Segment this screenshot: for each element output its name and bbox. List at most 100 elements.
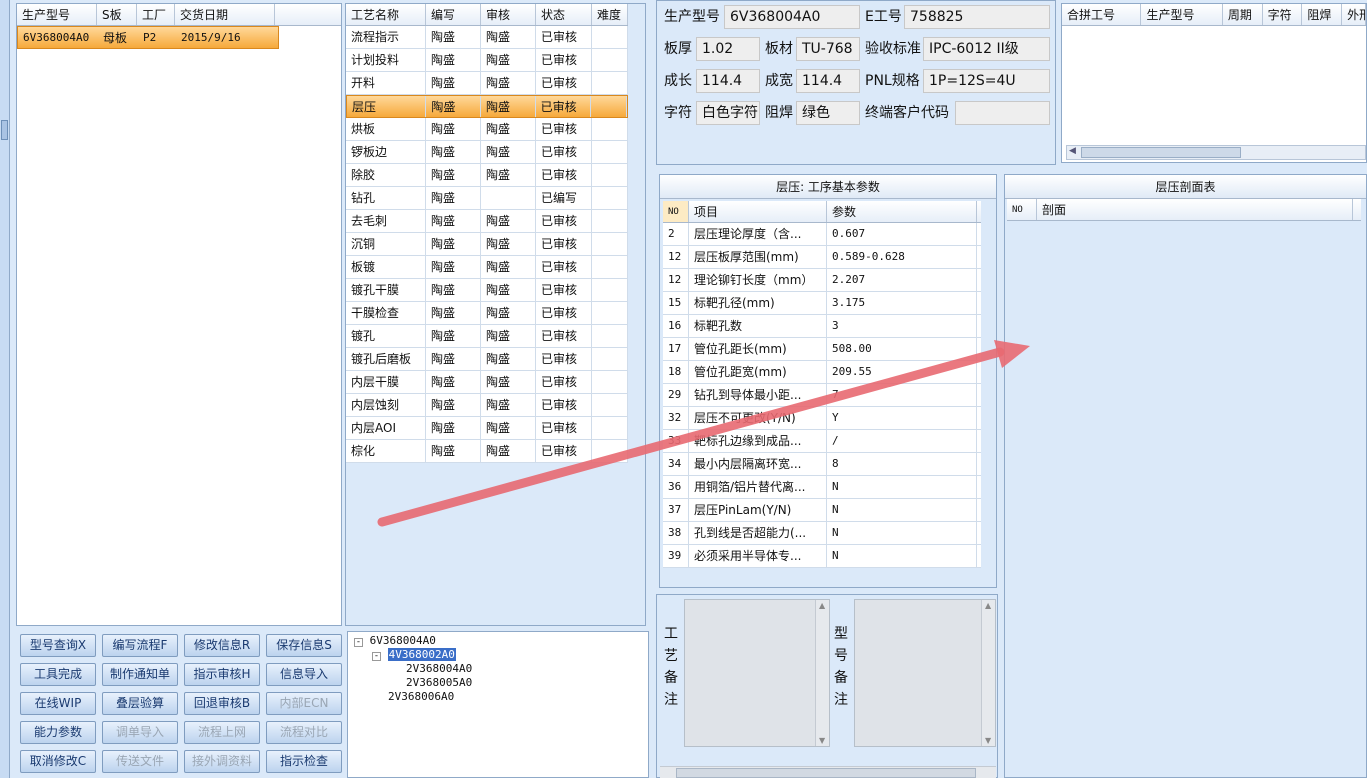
table-row[interactable]: 17 管位孔距长(mm) 508.00 — [663, 338, 981, 361]
table-row[interactable]: 内层干膜 陶盛 陶盛 已审核 — [346, 371, 628, 394]
col-header[interactable]: 参数 — [827, 201, 977, 222]
action-button[interactable]: 能力参数 — [20, 721, 96, 744]
length-field[interactable]: 114.4 — [696, 69, 760, 93]
table-row[interactable]: 镀孔 陶盛 陶盛 已审核 — [346, 325, 628, 348]
action-button[interactable]: 内部ECN — [266, 692, 342, 715]
collapse-handle[interactable] — [1, 120, 8, 140]
table-row[interactable]: 37 层压PinLam(Y/N) N — [663, 499, 981, 522]
col-header[interactable]: 阻焊 — [1302, 4, 1343, 25]
action-button[interactable]: 型号查询X — [20, 634, 96, 657]
col-header[interactable]: S板 — [97, 4, 137, 25]
scroll-thumb[interactable] — [1081, 147, 1241, 158]
action-button[interactable]: 指示审核H — [184, 663, 260, 686]
scroll-down-icon[interactable]: ▼ — [819, 736, 825, 745]
action-button[interactable]: 制作通知单 — [102, 663, 178, 686]
action-button[interactable]: 传送文件 — [102, 750, 178, 773]
thick-field[interactable]: 1.02 — [696, 37, 760, 61]
scrollbar[interactable]: ▲ ▼ — [981, 600, 995, 746]
col-header[interactable]: NO — [663, 201, 689, 222]
horizontal-scrollbar[interactable]: ◀ — [1066, 145, 1366, 160]
tree-node-child[interactable]: - 4V368002A0 — [372, 648, 456, 661]
table-row[interactable]: 39 必须采用半导体专... N — [663, 545, 981, 568]
scroll-up-icon[interactable]: ▲ — [985, 601, 991, 610]
table-row[interactable]: 钻孔 陶盛 已编写 — [346, 187, 628, 210]
tree-node-root[interactable]: - 6V368004A0 — [354, 634, 436, 647]
table-row[interactable]: 镀孔干膜 陶盛 陶盛 已审核 — [346, 279, 628, 302]
col-header[interactable]: 交货日期 — [175, 4, 275, 25]
action-button[interactable]: 接外调资料 — [184, 750, 260, 773]
model-field[interactable]: 6V368004A0 — [724, 5, 860, 29]
table-row[interactable]: 镀孔后磨板 陶盛 陶盛 已审核 — [346, 348, 628, 371]
col-header[interactable]: 审核 — [481, 4, 536, 25]
table-row[interactable]: 12 理论铆钉长度（mm） 2.207 — [663, 269, 981, 292]
col-header[interactable]: NO — [1007, 199, 1037, 220]
scrollbar[interactable]: ▲ ▼ — [815, 600, 829, 746]
table-row[interactable]: 18 管位孔距宽(mm) 209.55 — [663, 361, 981, 384]
table-row[interactable]: 板镀 陶盛 陶盛 已审核 — [346, 256, 628, 279]
mask-field[interactable]: 绿色 — [796, 101, 860, 125]
scroll-down-icon[interactable]: ▼ — [985, 736, 991, 745]
col-header[interactable]: 生产型号 — [1141, 4, 1223, 25]
action-button[interactable]: 取消修改C — [20, 750, 96, 773]
action-button[interactable]: 编写流程F — [102, 634, 178, 657]
col-header[interactable]: 编写 — [426, 4, 481, 25]
char-field[interactable]: 白色字符 — [696, 101, 760, 125]
table-row[interactable]: 32 层压不可更改(Y/N) Y — [663, 407, 981, 430]
table-row[interactable]: 34 最小内层隔离环宽... 8 — [663, 453, 981, 476]
action-button[interactable]: 流程对比 — [266, 721, 342, 744]
col-header[interactable]: 工艺名称 — [346, 4, 426, 25]
standard-field[interactable]: IPC-6012 II级 — [923, 37, 1050, 61]
action-button[interactable]: 指示检查 — [266, 750, 342, 773]
col-header[interactable]: 生产型号 — [17, 4, 97, 25]
scroll-up-icon[interactable]: ▲ — [819, 601, 825, 610]
table-row[interactable]: 12 层压板厚范围(mm) 0.589-0.628 — [663, 246, 981, 269]
action-button[interactable]: 在线WIP — [20, 692, 96, 715]
col-header[interactable]: 项目 — [689, 201, 827, 222]
tree-node-leaf[interactable]: 2V368005A0 — [406, 676, 472, 689]
table-row[interactable]: 内层蚀刻 陶盛 陶盛 已审核 — [346, 394, 628, 417]
col-header[interactable]: 字符 — [1263, 4, 1303, 25]
action-button[interactable]: 修改信息R — [184, 634, 260, 657]
table-row[interactable]: 干膜检查 陶盛 陶盛 已审核 — [346, 302, 628, 325]
scroll-left-icon[interactable]: ◀ — [1069, 146, 1076, 156]
bottom-scrollbar[interactable] — [660, 766, 996, 778]
action-button[interactable]: 工具完成 — [20, 663, 96, 686]
client-field[interactable] — [955, 101, 1050, 125]
action-button[interactable]: 回退审核B — [184, 692, 260, 715]
table-row[interactable]: 层压 陶盛 陶盛 已审核 — [346, 95, 628, 118]
table-row[interactable]: 内层AOI 陶盛 陶盛 已审核 — [346, 417, 628, 440]
table-row[interactable]: 去毛刺 陶盛 陶盛 已审核 — [346, 210, 628, 233]
table-row[interactable]: 棕化 陶盛 陶盛 已审核 — [346, 440, 628, 463]
tree-node-leaf[interactable]: 2V368004A0 — [406, 662, 472, 675]
table-row[interactable]: 33 靶标孔边缘到成品... / — [663, 430, 981, 453]
action-button[interactable]: 叠层验算 — [102, 692, 178, 715]
model-notes-textarea[interactable]: ▲ ▼ — [854, 599, 996, 747]
table-row[interactable]: 29 钻孔到导体最小距... 7 — [663, 384, 981, 407]
col-header[interactable]: 合拼工号 — [1062, 4, 1142, 25]
table-row[interactable]: 计划投料 陶盛 陶盛 已审核 — [346, 49, 628, 72]
col-header[interactable]: 状态 — [536, 4, 592, 25]
table-row[interactable]: 开料 陶盛 陶盛 已审核 — [346, 72, 628, 95]
col-header[interactable]: 剖面 — [1037, 199, 1353, 220]
table-row[interactable]: 38 孔到线是否超能力(... N — [663, 522, 981, 545]
action-button[interactable]: 信息导入 — [266, 663, 342, 686]
table-row[interactable]: 流程指示 陶盛 陶盛 已审核 — [346, 26, 628, 49]
table-row[interactable]: 烘板 陶盛 陶盛 已审核 — [346, 118, 628, 141]
table-row[interactable]: 锣板边 陶盛 陶盛 已审核 — [346, 141, 628, 164]
table-row[interactable]: 6V368004A0 母板 P2 2015/9/16 — [17, 26, 279, 49]
action-button[interactable]: 调单导入 — [102, 721, 178, 744]
col-header[interactable]: 外形 — [1342, 4, 1366, 25]
col-header[interactable]: 工厂 — [137, 4, 175, 25]
col-header[interactable]: 难度 — [592, 4, 628, 25]
table-row[interactable]: 除胶 陶盛 陶盛 已审核 — [346, 164, 628, 187]
table-row[interactable]: 沉铜 陶盛 陶盛 已审核 — [346, 233, 628, 256]
table-row[interactable]: 2 层压理论厚度（含... 0.607 — [663, 223, 981, 246]
col-header[interactable]: 周期 — [1223, 4, 1263, 25]
table-row[interactable]: 16 标靶孔数 3 — [663, 315, 981, 338]
table-row[interactable]: 15 标靶孔径(mm) 3.175 — [663, 292, 981, 315]
width-field[interactable]: 114.4 — [796, 69, 860, 93]
action-button[interactable]: 流程上网 — [184, 721, 260, 744]
e-field[interactable]: 758825 — [904, 5, 1050, 29]
pnl-field[interactable]: 1P=12S=4U — [923, 69, 1050, 93]
table-row[interactable]: 36 用铜箔/铝片替代离... N — [663, 476, 981, 499]
